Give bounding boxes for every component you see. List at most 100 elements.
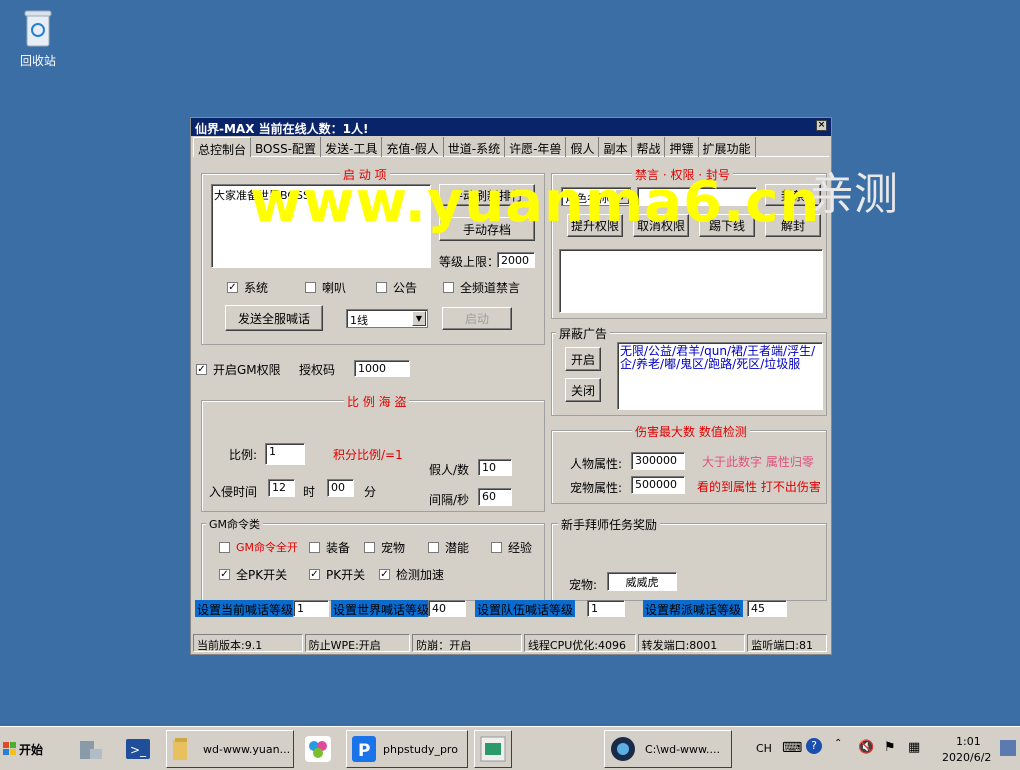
gm-cmd-exp[interactable]: 经验 (491, 539, 532, 556)
gm-enable-check[interactable]: ✓ 开启GM权限 (196, 361, 281, 378)
status-forward-port: 转发端口:8001 (637, 634, 746, 652)
check-notice-label: 公告 (393, 281, 418, 295)
flag-icon[interactable]: ⚑ (884, 740, 896, 755)
check-system[interactable]: ✓ 系统 (227, 279, 268, 296)
app-cloud-icon[interactable] (302, 733, 334, 765)
gm-cmd-equip[interactable]: 装备 (309, 539, 350, 556)
title-bar[interactable]: 仙界-MAX 当前在线人数：1人! × (191, 118, 831, 136)
ads-close-button[interactable]: 关闭 (565, 378, 601, 402)
level-cap-label: 等级上限： (439, 255, 500, 269)
chat-level-guild-input[interactable]: 45 (747, 600, 787, 617)
pet-attr-label: 宠物属性: (570, 481, 623, 495)
gm-cmd-exp-box (491, 542, 502, 553)
server-manager-icon[interactable] (74, 733, 106, 765)
recycle-bin-icon (24, 10, 52, 47)
chat-level-current-input[interactable]: 1 (293, 600, 329, 617)
announce-textarea[interactable]: 大家准备世界BOSS (211, 184, 431, 268)
windows-logo-icon (3, 742, 16, 755)
ratio-input[interactable]: 1 (265, 443, 305, 465)
chat-level-world-input[interactable]: 40 (428, 600, 466, 617)
raise-permission-button[interactable]: 提升权限 (567, 214, 623, 237)
status-wpe: 防止WPE:开启 (304, 634, 411, 652)
ratio-title: 比 例 海 盗 (344, 393, 410, 410)
name-type-select[interactable]: 角色名称 ▼ (561, 187, 631, 206)
taskbar: 开始 >_ wd-www.yuan... P phpstudy_pro C:\w… (0, 726, 1020, 770)
tab-wish[interactable]: 许愿-年兽 (505, 137, 567, 157)
start-button[interactable]: 开始 (2, 737, 48, 761)
tab-extensions[interactable]: 扩展功能 (699, 137, 756, 157)
ads-open-button[interactable]: 开启 (565, 347, 601, 371)
char-attr-hint: 大于此数字 属性归零 (702, 455, 814, 469)
tab-console[interactable]: 总控制台 (193, 137, 252, 157)
gm-cmd-all-pk[interactable]: ✓ 全PK开关 (219, 566, 287, 583)
gm-cmd-pet-box (364, 542, 375, 553)
kick-button[interactable]: 踢下线 (699, 214, 755, 237)
check-horn[interactable]: 喇叭 (305, 279, 346, 296)
tab-guild-war[interactable]: 帮战 (632, 137, 666, 157)
auth-code-label: 授权码 (299, 363, 336, 377)
newbie-pet-input[interactable]: 威威虎 (607, 572, 677, 591)
unban-button[interactable]: 解封 (765, 214, 821, 237)
pet-attr-hint: 看的到属性 打不出伤害 (697, 480, 821, 494)
tab-recharge[interactable]: 充值-假人 (382, 137, 444, 157)
line-select[interactable]: 1线 ▼ (346, 309, 428, 328)
gm-cmd-potential[interactable]: 潜能 (428, 539, 469, 556)
volume-muted-icon[interactable]: 🔇 (858, 740, 874, 755)
ban-button[interactable]: 封禁 (765, 184, 821, 206)
level-cap-input[interactable]: 2000 (497, 252, 535, 268)
send-all-button[interactable]: 发送全服喊话 (225, 305, 323, 331)
cancel-permission-button[interactable]: 取消权限 (633, 214, 689, 237)
tab-send-tools[interactable]: 发送-工具 (321, 137, 383, 157)
manual-refresh-button[interactable]: 手动刷新排行 (439, 184, 535, 206)
auth-code-input[interactable]: 1000 (354, 360, 410, 377)
manual-save-button[interactable]: 手动存档 (439, 217, 535, 241)
clock-time[interactable]: 1:01 (956, 735, 981, 748)
gm-cmd-speed-check[interactable]: ✓ 检测加速 (379, 566, 444, 583)
show-desktop-icon[interactable] (1000, 740, 1016, 756)
gm-cmd-pet-label: 宠物 (381, 541, 406, 555)
task-explorer[interactable]: wd-www.yuan... (166, 730, 294, 768)
chat-level-team-input[interactable]: 1 (587, 600, 625, 617)
invade-minute-input[interactable]: 00 (327, 479, 354, 497)
ads-title: 屏蔽广告 (556, 325, 611, 342)
check-mute-all[interactable]: 全频道禁言 (443, 279, 520, 296)
tab-dungeon[interactable]: 副本 (599, 137, 633, 157)
help-icon[interactable]: ? (806, 738, 822, 754)
fake-count-input[interactable]: 10 (478, 459, 512, 476)
tab-world-system[interactable]: 世道-系统 (444, 137, 506, 157)
ads-words-textarea[interactable]: 无限/公益/君羊/qun/裙/王者端/浮生/企/养老/嘟/鬼区/跑路/死区/垃圾… (617, 342, 823, 410)
task-phpstudy[interactable]: P phpstudy_pro (346, 730, 468, 768)
recycle-bin[interactable]: 回收站 (12, 8, 64, 69)
points-ratio-label: 积分比例/=1 (333, 448, 403, 462)
pet-attr-input[interactable]: 500000 (631, 476, 685, 494)
ratio-label: 比例: (229, 448, 258, 462)
launch-button[interactable]: 启动 (442, 307, 512, 330)
lang-indicator[interactable]: CH (756, 742, 772, 755)
gm-cmd-all[interactable]: GM命令全开 (219, 539, 298, 555)
expand-tray-icon[interactable]: ⌃ (834, 738, 842, 749)
check-notice[interactable]: 公告 (376, 279, 417, 296)
check-mute-all-box (443, 282, 454, 293)
network-icon[interactable]: ▦ (908, 740, 920, 755)
tab-fake-player[interactable]: 假人 (566, 137, 600, 157)
clock-date[interactable]: 2020/6/2 (942, 751, 991, 764)
tab-escort[interactable]: 押镖 (665, 137, 699, 157)
chat-level-current-label: 设置当前喊话等级 (195, 600, 296, 617)
invade-hour-input[interactable]: 12 (268, 479, 295, 497)
keyboard-icon[interactable]: ⌨ (782, 740, 802, 756)
task-server-console[interactable]: C:\wd-www.... (604, 730, 732, 768)
char-attr-input[interactable]: 300000 (631, 452, 685, 470)
chevron-down-icon: ▼ (412, 311, 426, 326)
ban-list-textarea[interactable] (559, 249, 823, 313)
task-app-grid[interactable] (474, 730, 512, 768)
line-select-value: 1线 (350, 314, 368, 327)
target-name-input[interactable] (637, 187, 757, 206)
task-phpstudy-label: phpstudy_pro (383, 742, 458, 756)
close-icon[interactable]: × (816, 120, 827, 131)
interval-input[interactable]: 60 (478, 488, 512, 506)
gm-cmd-pk[interactable]: ✓ PK开关 (309, 566, 365, 583)
tab-boss[interactable]: BOSS-配置 (251, 137, 322, 157)
powershell-icon[interactable]: >_ (122, 733, 154, 765)
gm-cmd-pet[interactable]: 宠物 (364, 539, 405, 556)
check-horn-label: 喇叭 (322, 281, 347, 295)
